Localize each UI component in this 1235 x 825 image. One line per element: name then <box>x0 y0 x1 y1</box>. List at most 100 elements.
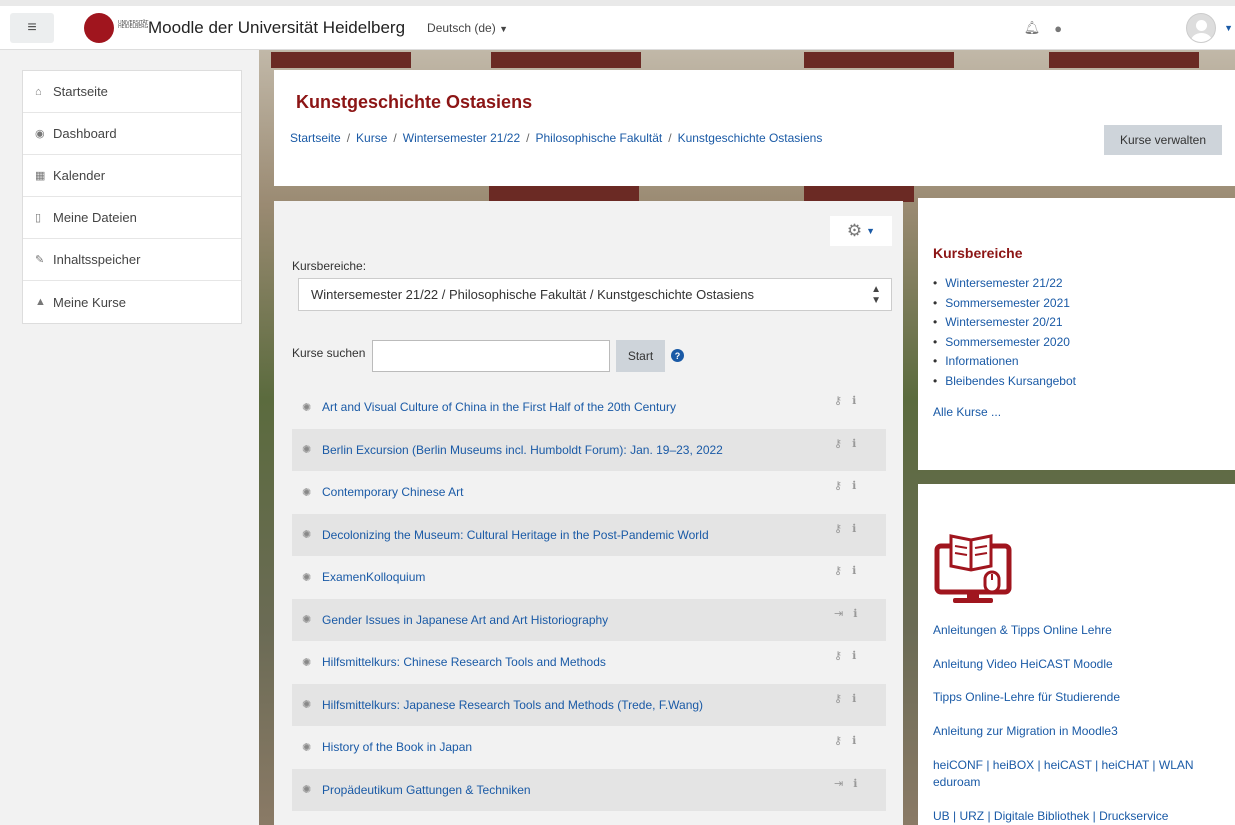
course-link[interactable]: ExamenKolloquium <box>322 570 425 584</box>
breadcrumb-item[interactable]: Kurse <box>356 131 387 145</box>
list-item: Sommersemester 2020 <box>933 333 1076 353</box>
manage-courses-button[interactable]: Kurse verwalten <box>1104 125 1222 155</box>
category-link[interactable]: Wintersemester 20/21 <box>945 315 1062 329</box>
hamburger-icon: ≡ <box>27 18 37 36</box>
help-link[interactable]: Anleitung zur Migration in Moodle3 <box>933 723 1218 740</box>
language-label: Deutsch (de) <box>427 20 496 35</box>
help-link[interactable]: Tipps Online-Lehre für Studierende <box>933 689 1218 706</box>
nav-item-startseite[interactable]: ⌂ Startseite <box>23 71 241 113</box>
course-item: ✺ Gender Issues in Japanese Art and Art H… <box>292 598 886 641</box>
online-teaching-block: Anleitungen & Tipps Online Lehre Anleitu… <box>918 484 1235 825</box>
breadcrumb: Startseite / Kurse / Wintersemester 21/22/Ph… <box>290 131 823 145</box>
kursbereiche-select[interactable]: Wintersemester 21/22 / Philosophische Fa… <box>298 278 892 311</box>
course-link[interactable]: Berlin Excursion (Berlin Museums incl. H… <box>322 443 723 457</box>
kursbereiche-label: Kursbereiche: <box>292 259 367 273</box>
nav-item-kalender[interactable]: ▦ Kalender <box>23 155 241 197</box>
university-seal-logo[interactable] <box>84 12 114 43</box>
chevron-down-icon: ▼ <box>499 23 508 34</box>
chat-icon[interactable]: ● <box>1054 21 1062 36</box>
nav-item-label: Inhaltsspeicher <box>53 252 141 267</box>
info-icon[interactable]: ℹ <box>852 437 856 450</box>
course-link[interactable]: History of the Book in Japan <box>322 740 472 754</box>
nav-item-meine-kurse[interactable]: ▲ Meine Kurse <box>23 281 241 323</box>
nav-item-dashboard[interactable]: ◉ Dashboard <box>23 113 241 155</box>
info-icon[interactable]: ℹ <box>852 734 856 747</box>
bell-icon[interactable]: 🔔︎ <box>1024 20 1041 36</box>
course-link[interactable]: Hilfsmittelkurs: Chinese Research Tools … <box>322 655 606 669</box>
category-list: Wintersemester 21/22 Sommersemester 2021… <box>933 274 1076 392</box>
info-icon[interactable]: ℹ <box>852 649 856 662</box>
list-item: Wintersemester 21/22 <box>933 274 1076 294</box>
breadcrumb-item[interactable]: Startseite <box>290 131 341 145</box>
info-icon[interactable]: ℹ <box>852 522 856 535</box>
course-link[interactable]: Art and Visual Culture of China in the F… <box>322 400 676 414</box>
search-start-button[interactable]: Start <box>616 340 665 372</box>
breadcrumb-item[interactable]: Philosophische Fakultät <box>535 131 662 145</box>
course-icon: ✺ <box>302 444 312 457</box>
key-icon: ⚷ <box>834 522 843 535</box>
category-link[interactable]: Bleibendes Kursangebot <box>945 374 1076 388</box>
file-icon: ▯ <box>35 212 42 224</box>
nav-item-label: Dashboard <box>53 126 117 141</box>
key-icon: ⚷ <box>834 650 843 662</box>
course-icon: ✺ <box>302 741 312 754</box>
avatar[interactable] <box>1186 13 1217 43</box>
info-icon[interactable]: ℹ <box>852 394 856 407</box>
chevron-down-icon[interactable]: ▼ <box>1224 23 1233 33</box>
login-icon: ⇥ <box>834 777 844 790</box>
course-icon: ✺ <box>302 699 312 712</box>
course-item: ✺ ExamenKolloquium ⚷ ℹ <box>292 556 886 599</box>
nav-item-inhaltsspeicher[interactable]: ✎ Inhaltsspeicher <box>23 239 241 281</box>
block-title: Kursbereiche <box>933 245 1023 261</box>
service-links[interactable]: UB | URZ | Digitale Bibliothek | Druckse… <box>933 808 1218 825</box>
breadcrumb-item[interactable]: Kunstgeschichte Ostasiens <box>678 131 823 145</box>
course-icon: ✺ <box>302 656 312 669</box>
category-link[interactable]: Sommersemester 2021 <box>945 296 1070 310</box>
course-link[interactable]: Decolonizing the Museum: Cultural Herita… <box>322 528 709 542</box>
info-icon[interactable]: ℹ <box>852 479 856 492</box>
course-item: ✺ Contemporary Chinese Art ⚷ ℹ <box>292 471 886 514</box>
help-link[interactable]: Anleitung Video HeiCAST Moodle <box>933 656 1218 673</box>
key-icon: ⚷ <box>834 395 843 407</box>
breadcrumb-item[interactable]: Wintersemester 21/22 <box>403 131 520 145</box>
list-item: Informationen <box>933 352 1076 372</box>
key-icon: ⚷ <box>834 480 843 492</box>
service-links[interactable]: heiCONF | heiBOX | heiCAST | heiCHAT | W… <box>933 757 1218 791</box>
info-icon[interactable]: ℹ <box>852 564 856 577</box>
course-link[interactable]: Contemporary Chinese Art <box>322 485 463 499</box>
top-navbar: ≡ UNIVERSITÄT HEIDELBERG Moodle der Univ… <box>0 0 1235 50</box>
category-link[interactable]: Informationen <box>945 354 1018 368</box>
key-icon: ⚷ <box>834 735 843 747</box>
main-content: ⚙ ▼ Kursbereiche: Wintersemester 21/22 / … <box>274 201 903 825</box>
online-learning-monitor-icon <box>934 534 1012 603</box>
info-icon[interactable]: ℹ <box>853 607 857 620</box>
page-header: Kunstgeschichte Ostasiens Startseite / Kur… <box>274 70 1235 186</box>
kursbereiche-block: Kursbereiche Wintersemester 21/22 Sommer… <box>918 198 1235 470</box>
category-link[interactable]: Wintersemester 21/22 <box>945 276 1062 290</box>
course-item: ✺ Hilfsmittelkurs: Chinese Research Tools… <box>292 641 886 684</box>
course-item: ✺ Decolonizing the Museum: Cultural Herit… <box>292 513 886 556</box>
site-name[interactable]: Moodle der Universität Heidelberg <box>148 18 405 38</box>
category-link[interactable]: Sommersemester 2020 <box>945 335 1070 349</box>
all-courses-link[interactable]: Alle Kurse ... <box>933 405 1001 419</box>
nav-item-label: Kalender <box>53 168 106 183</box>
login-icon: ⇥ <box>834 607 844 620</box>
help-icon[interactable]: ? <box>671 349 684 362</box>
list-item: Sommersemester 2021 <box>933 294 1076 314</box>
course-link[interactable]: Gender Issues in Japanese Art and Art Hi… <box>322 613 608 627</box>
settings-menu-button[interactable]: ⚙ ▼ <box>830 216 892 246</box>
course-link[interactable]: Propädeutikum Gattungen & Techniken <box>322 783 531 797</box>
course-item: ✺ History of the Book in Japan ⚷ ℹ <box>292 726 886 769</box>
nav-item-meine-dateien[interactable]: ▯ Meine Dateien <box>23 197 241 239</box>
course-list: ✺ Art and Visual Culture of China in the … <box>292 386 886 811</box>
help-link[interactable]: Anleitungen & Tipps Online Lehre <box>933 622 1218 639</box>
hamburger-menu-button[interactable]: ≡ <box>10 12 54 43</box>
search-input[interactable] <box>372 340 610 372</box>
list-item: Wintersemester 20/21 <box>933 313 1076 333</box>
info-icon[interactable]: ℹ <box>853 777 857 790</box>
nav-item-label: Startseite <box>53 84 108 99</box>
select-value: Wintersemester 21/22 / Philosophische Fa… <box>311 287 754 302</box>
language-selector[interactable]: Deutsch (de) ▼ <box>427 21 508 35</box>
info-icon[interactable]: ℹ <box>852 692 856 705</box>
course-link[interactable]: Hilfsmittelkurs: Japanese Research Tools… <box>322 698 703 712</box>
